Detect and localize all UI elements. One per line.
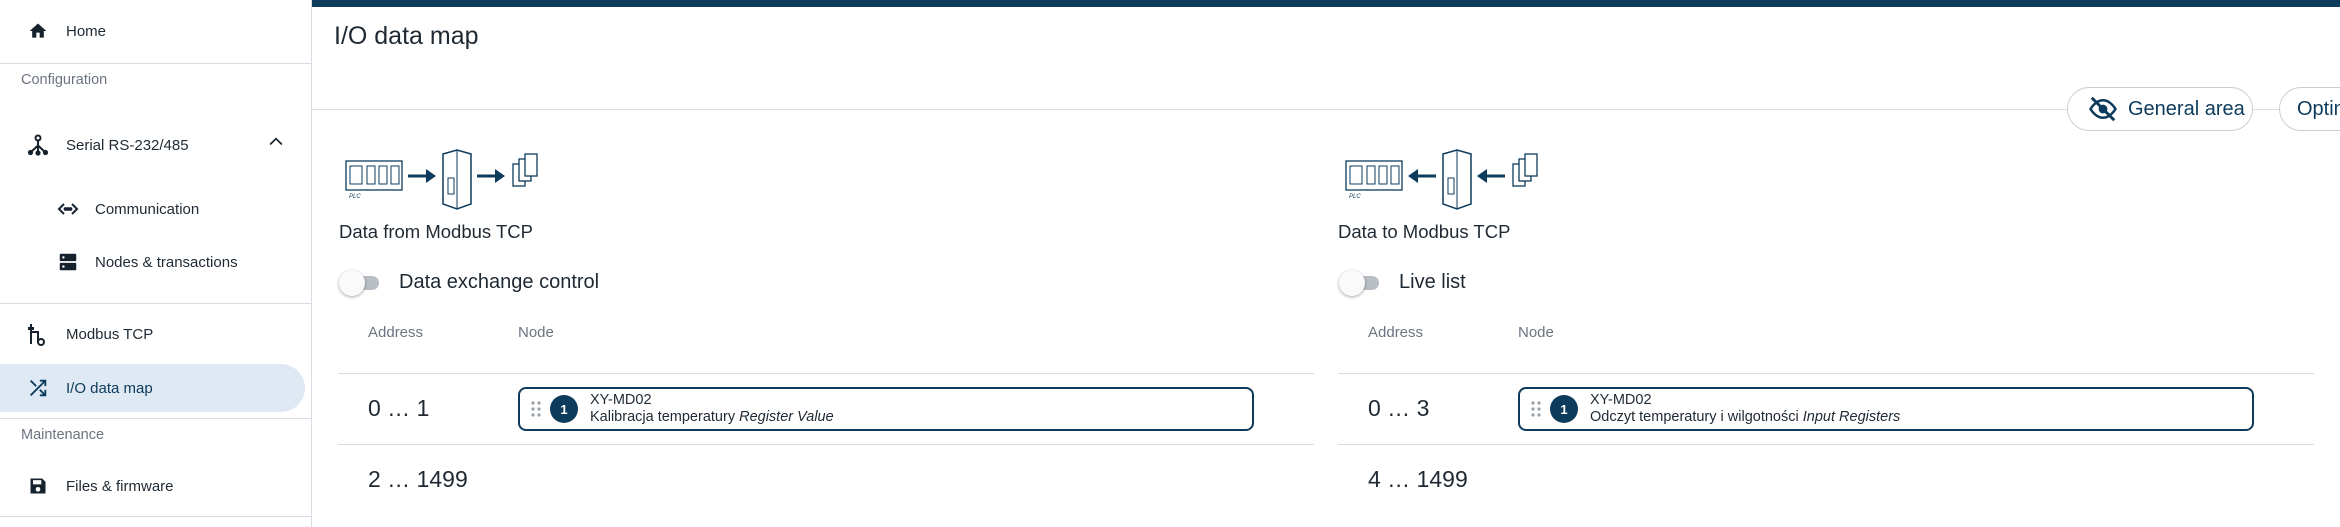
node-number-badge: 1 <box>1550 395 1578 423</box>
shuffle-icon <box>26 376 50 400</box>
sidebar-item-files[interactable]: Files & firmware <box>26 474 174 498</box>
sidebar-item-io-data-map[interactable]: I/O data map <box>26 376 153 400</box>
data-exchange-control-toggle[interactable]: Data exchange control <box>339 269 600 296</box>
toggle-knob <box>1339 269 1365 296</box>
drag-handle-icon[interactable] <box>1528 399 1544 419</box>
panel-caption: Data from Modbus TCP <box>339 221 533 242</box>
code-arrows-icon <box>56 197 80 221</box>
node-transaction-chip[interactable]: 1 XY-MD02 Kalibracja temperatury Registe… <box>518 387 1254 431</box>
row-address: 4 … 1499 <box>1368 466 1468 492</box>
top-accent-bar <box>312 0 2340 7</box>
divider <box>0 516 312 517</box>
node-text: XY-MD02 Odczyt temperatury i wilgotności… <box>1590 392 1900 426</box>
sidebar-item-communication[interactable]: Communication <box>56 197 199 221</box>
sidebar-item-label: Communication <box>95 200 200 218</box>
gateway-to-plc-diagram-icon: PLC <box>1345 149 1538 210</box>
network-plug-icon <box>26 322 50 346</box>
plc-label: PLC <box>1349 194 1361 200</box>
eye-off-icon <box>2089 96 2117 122</box>
divider <box>338 444 1314 445</box>
column-header-address: Address <box>368 324 424 341</box>
transaction-type: Register Value <box>739 409 834 425</box>
toggle-label: Data exchange control <box>399 271 600 293</box>
panel-caption: Data to Modbus TCP <box>1338 221 1511 242</box>
divider <box>312 109 2340 110</box>
node-transaction: Kalibracja temperatury Register Value <box>590 409 834 426</box>
node-number-badge: 1 <box>550 395 578 423</box>
transaction-type: Input Registers <box>1802 409 1901 425</box>
column-header-node: Node <box>1518 324 1554 341</box>
column-header-address: Address <box>1368 324 1424 341</box>
row-address: 0 … 3 <box>1368 395 1430 421</box>
node-name: XY-MD02 <box>1590 392 1652 408</box>
sidebar-item-label: Nodes & transactions <box>95 253 238 271</box>
toggle-track <box>339 269 379 296</box>
sidebar-item-label: I/O data map <box>66 379 153 397</box>
live-list-toggle[interactable]: Live list <box>1339 269 1466 296</box>
plc-label: PLC <box>349 194 361 200</box>
divider <box>1338 444 2314 445</box>
toggle-label: Live list <box>1399 271 1466 293</box>
sidebar-item-nodes[interactable]: Nodes & transactions <box>56 250 238 274</box>
sidebar-item-label: Home <box>66 22 107 40</box>
sidebar: Home Configuration Serial RS-232/485 Com… <box>0 0 312 527</box>
divider <box>0 303 312 304</box>
home-icon <box>26 19 50 43</box>
optim-label: Optim <box>2297 97 2340 120</box>
toggle-track <box>1339 269 1379 296</box>
plc-to-gateway-diagram-icon: PLC <box>345 149 538 210</box>
node-transaction: Odczyt temperatury i wilgotności Input R… <box>1590 409 1900 426</box>
save-icon <box>26 474 50 498</box>
divider <box>338 373 1314 374</box>
optim-button[interactable]: Optim <box>2279 87 2340 131</box>
node-name: XY-MD02 <box>590 392 652 408</box>
divider <box>0 63 312 64</box>
page-title: I/O data map <box>334 22 479 50</box>
network-tree-icon <box>26 133 50 157</box>
transaction-name: Odczyt temperatury i wilgotności <box>1590 409 1799 425</box>
chevron-up-icon[interactable] <box>266 132 286 152</box>
drag-handle-icon[interactable] <box>528 399 544 419</box>
sidebar-item-serial[interactable]: Serial RS-232/485 <box>26 133 189 157</box>
sidebar-item-label: Files & firmware <box>66 477 174 495</box>
divider <box>1338 373 2314 374</box>
general-area-label: General area <box>2128 97 2245 120</box>
sidebar-item-label: Serial RS-232/485 <box>66 136 189 154</box>
general-area-button[interactable]: General area <box>2067 87 2253 131</box>
sidebar-item-modbus-tcp[interactable]: Modbus TCP <box>26 322 153 346</box>
transaction-name: Kalibracja temperatury <box>590 409 736 425</box>
sidebar-item-label: Modbus TCP <box>66 325 154 343</box>
node-transaction-chip[interactable]: 1 XY-MD02 Odczyt temperatury i wilgotnoś… <box>1518 387 2254 431</box>
toggle-knob <box>339 269 365 296</box>
node-text: XY-MD02 Kalibracja temperatury Register … <box>590 392 834 426</box>
column-header-node: Node <box>518 324 554 341</box>
section-label-maintenance: Maintenance <box>21 427 105 443</box>
section-label-configuration: Configuration <box>21 72 108 88</box>
sidebar-item-home[interactable]: Home <box>26 19 106 43</box>
row-address: 0 … 1 <box>368 395 430 421</box>
divider <box>0 418 312 419</box>
server-icon <box>56 250 80 274</box>
row-address: 2 … 1499 <box>368 466 468 492</box>
